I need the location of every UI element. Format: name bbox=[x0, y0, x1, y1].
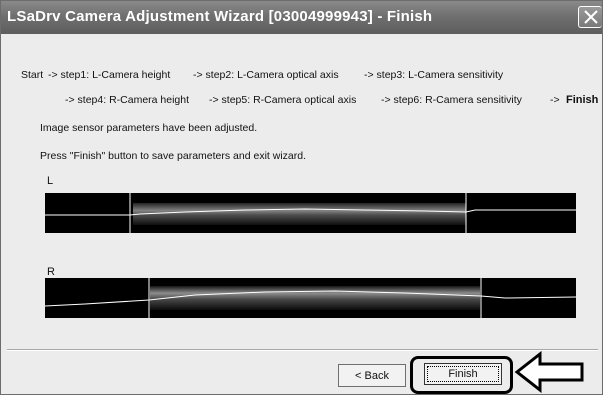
button-separator bbox=[7, 349, 598, 351]
step-start: Start bbox=[21, 69, 44, 81]
step-5: -> step5: R-Camera optical axis bbox=[209, 94, 357, 106]
instruction-message: Press "Finish" button to save parameters… bbox=[40, 150, 306, 162]
left-camera-sensor-view bbox=[45, 193, 576, 233]
close-button[interactable] bbox=[578, 6, 602, 28]
step-4: -> step4: R-Camera height bbox=[65, 94, 190, 106]
left-camera-label: L bbox=[47, 175, 54, 187]
wizard-content: Start -> step1: L-Camera height -> step2… bbox=[1, 34, 602, 394]
finish-button[interactable]: Finish bbox=[424, 363, 502, 385]
wizard-window: LSaDrv Camera Adjustment Wizard [0300499… bbox=[0, 0, 603, 395]
right-camera-label: R bbox=[47, 266, 55, 278]
window-title: LSaDrv Camera Adjustment Wizard [0300499… bbox=[7, 8, 433, 25]
title-bar[interactable]: LSaDrv Camera Adjustment Wizard [0300499… bbox=[1, 1, 602, 34]
back-button[interactable]: < Back bbox=[338, 364, 406, 387]
step-6: -> step6: R-Camera sensitivity bbox=[381, 94, 522, 106]
step-3: -> step3: L-Camera sensitivity bbox=[364, 69, 504, 81]
step-2: -> step2: L-Camera optical axis bbox=[193, 69, 339, 81]
status-message: Image sensor parameters have been adjust… bbox=[40, 122, 258, 134]
right-camera-sensor-view bbox=[45, 278, 576, 318]
step-1: -> step1: L-Camera height bbox=[48, 69, 171, 81]
step-finish: Finish bbox=[566, 94, 599, 106]
close-icon bbox=[584, 10, 598, 24]
left-arrow-icon bbox=[514, 351, 584, 393]
step-finish-prefix: -> bbox=[550, 94, 560, 106]
